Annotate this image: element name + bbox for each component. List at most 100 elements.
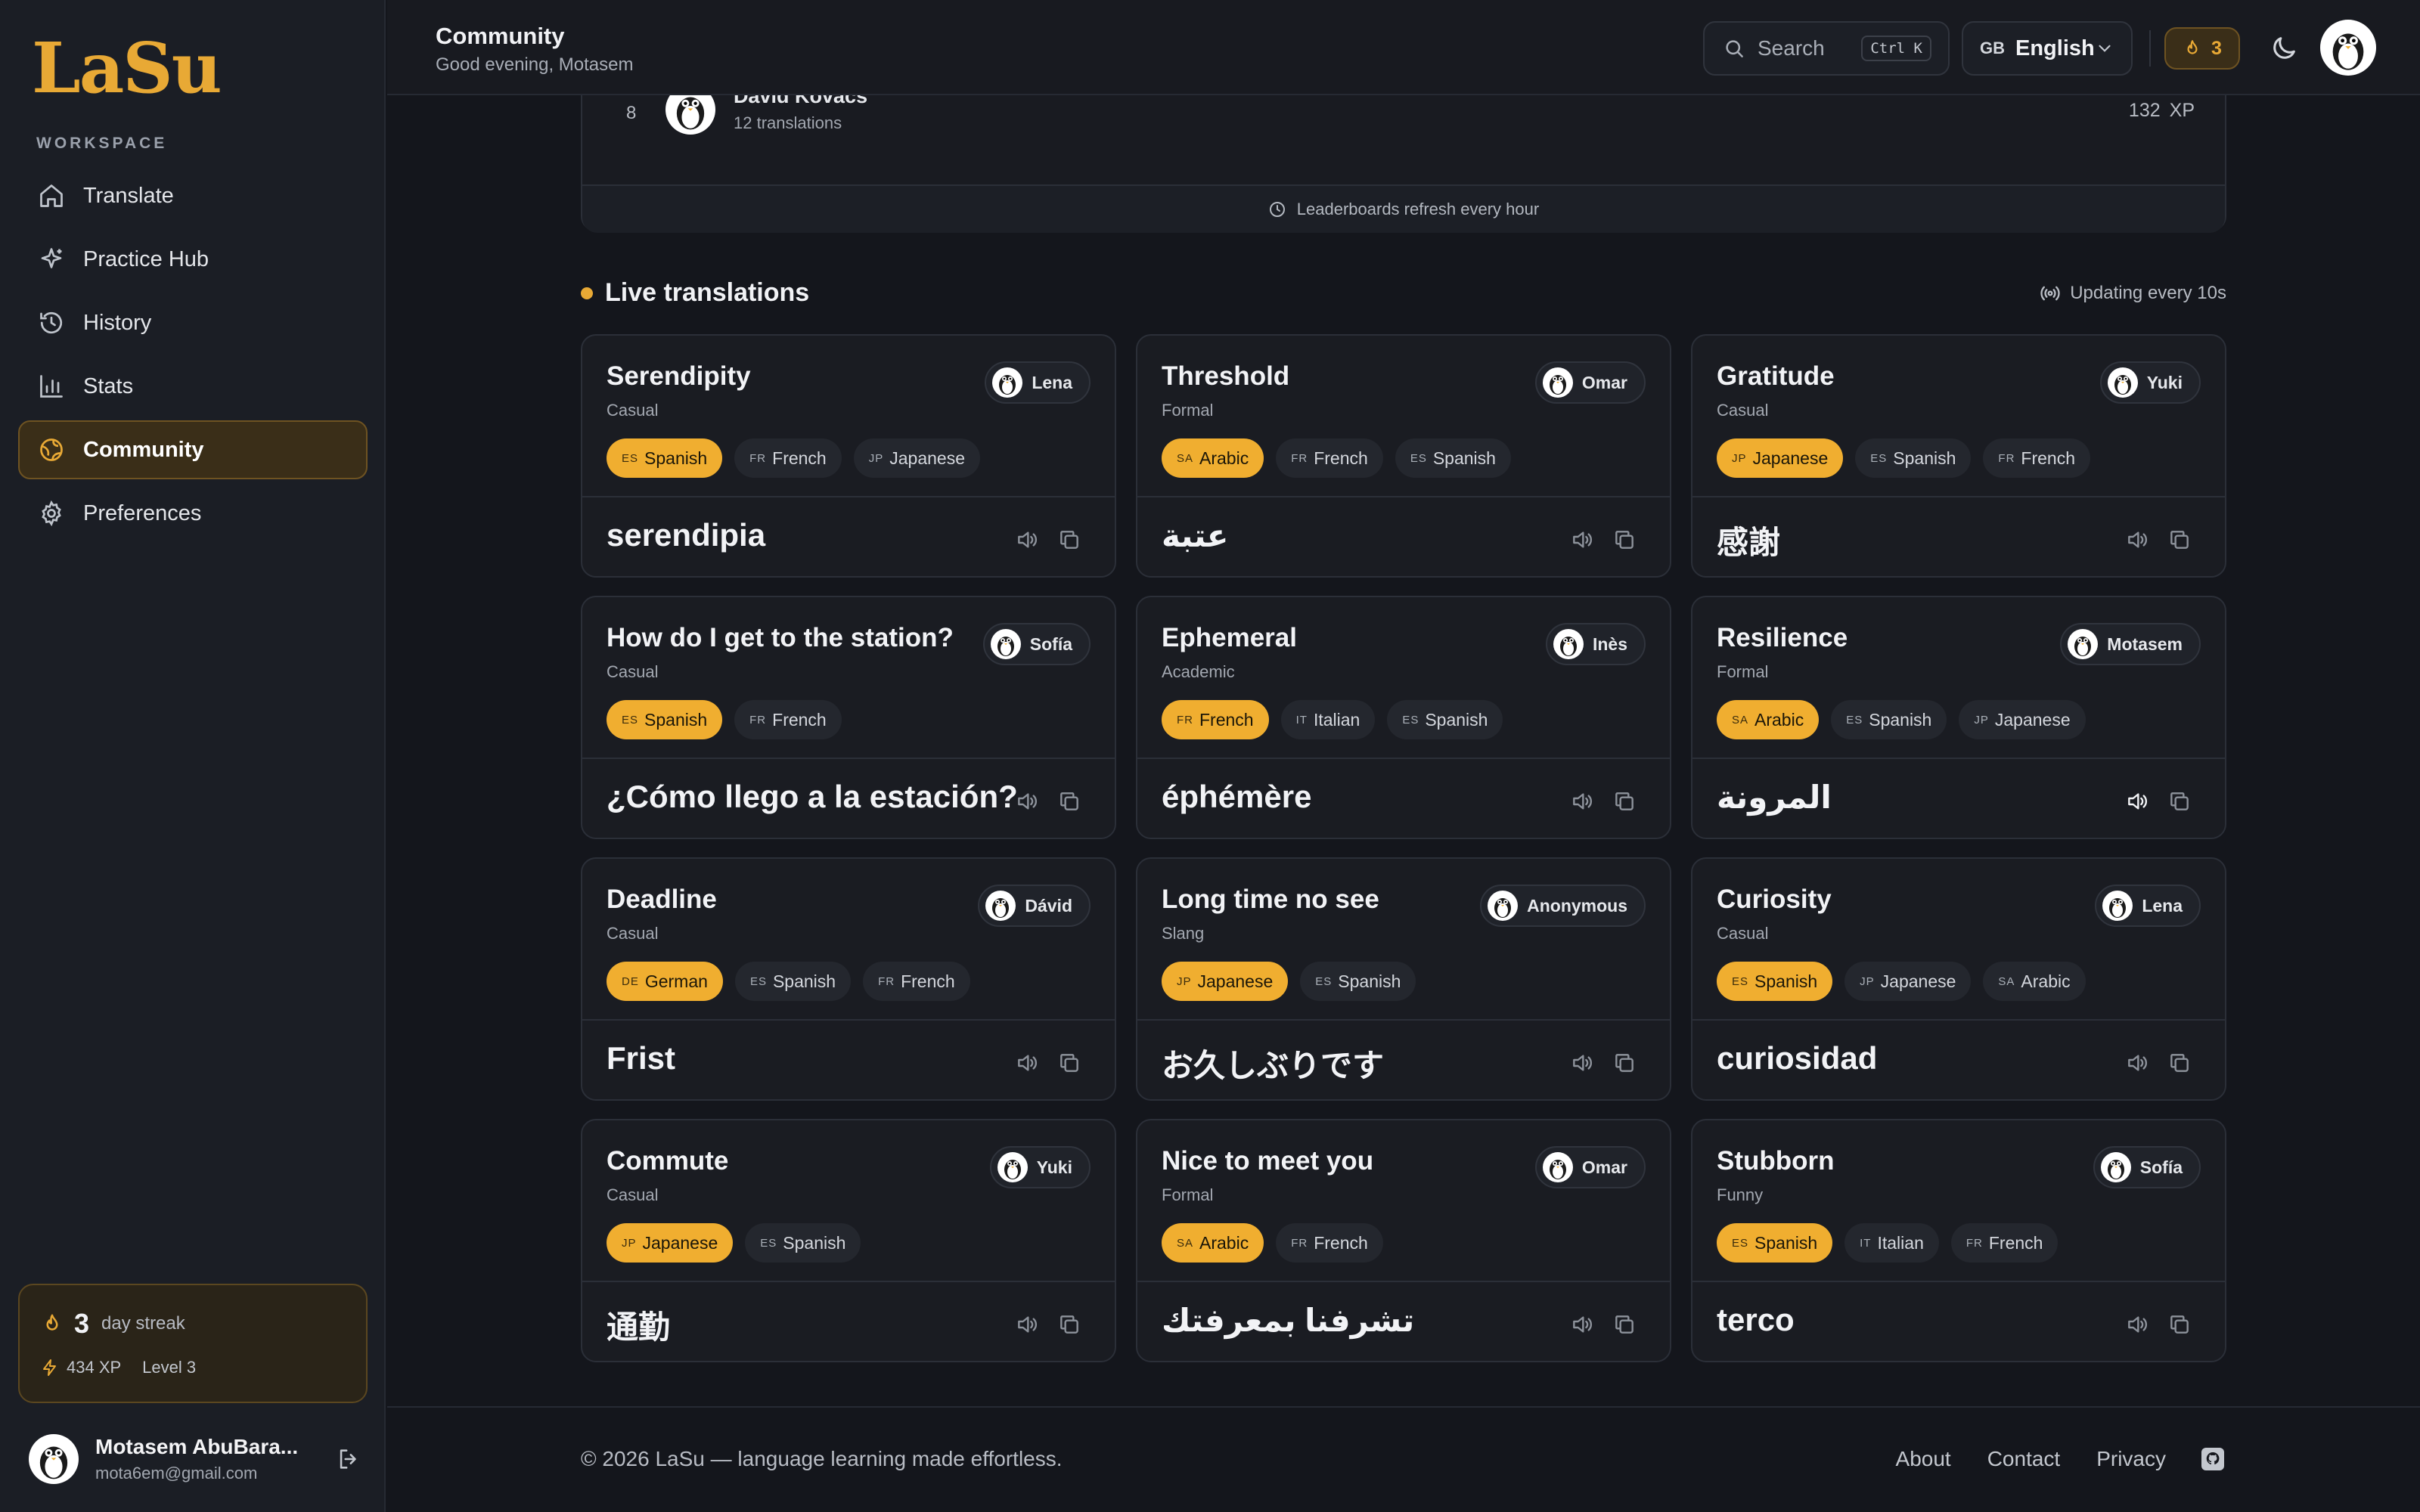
language-chip[interactable]: ES Spanish xyxy=(1387,700,1503,739)
translation-card[interactable]: Long time no see Slang Anonymous JP Japanese… xyxy=(1136,857,1671,1101)
language-chip[interactable]: DE German xyxy=(607,962,723,1001)
language-chip[interactable]: FR French xyxy=(1276,1223,1383,1263)
speaker-icon[interactable] xyxy=(1570,1312,1594,1337)
language-chip[interactable]: ES Spanish xyxy=(1395,438,1511,478)
sidebar-item-practice-hub[interactable]: Practice Hub xyxy=(18,230,368,289)
speaker-icon[interactable] xyxy=(1015,528,1039,552)
language-chip[interactable]: ES Spanish xyxy=(607,700,723,739)
speaker-icon[interactable] xyxy=(2125,789,2149,813)
copy-icon[interactable] xyxy=(1612,1051,1637,1075)
copy-icon[interactable] xyxy=(2167,1312,2192,1337)
translation-card[interactable]: How do I get to the station? Casual Sofía E… xyxy=(581,596,1116,839)
author-badge[interactable]: Yuki xyxy=(989,1146,1091,1188)
translation-card[interactable]: Stubborn Funny Sofía ES Spanish IT Italian FR Fr… xyxy=(1691,1119,2226,1362)
translation-card[interactable]: Nice to meet you Formal Omar SA Arabic FR Fren… xyxy=(1136,1119,1671,1362)
speaker-icon[interactable] xyxy=(1015,1051,1039,1075)
author-badge[interactable]: Inès xyxy=(1545,623,1646,665)
language-select[interactable]: GB English xyxy=(1962,21,2133,76)
language-chip[interactable]: ES Spanish xyxy=(1831,700,1947,739)
language-chip[interactable]: SA Arabic xyxy=(1162,438,1264,478)
author-badge[interactable]: Omar xyxy=(1534,1146,1646,1188)
language-chip[interactable]: ES Spanish xyxy=(1300,962,1416,1001)
speaker-icon[interactable] xyxy=(1015,1312,1039,1337)
author-badge[interactable]: Yuki xyxy=(2099,361,2201,404)
copy-icon[interactable] xyxy=(1057,1312,1081,1337)
sidebar-item-preferences[interactable]: Preferences xyxy=(18,484,368,543)
user-profile[interactable]: Motasem AbuBara... mota6em@gmail.com xyxy=(29,1429,361,1489)
speaker-icon[interactable] xyxy=(1015,789,1039,813)
author-badge[interactable]: Omar xyxy=(1534,361,1646,404)
language-chip[interactable]: ES Spanish xyxy=(607,438,723,478)
language-chip[interactable]: ES Spanish xyxy=(1855,438,1972,478)
copy-icon[interactable] xyxy=(2167,1051,2192,1075)
language-chip[interactable]: FR French xyxy=(1276,438,1383,478)
language-chip[interactable]: FR French xyxy=(734,700,842,739)
author-badge[interactable]: Motasem xyxy=(2060,623,2201,665)
speaker-icon[interactable] xyxy=(2125,1051,2149,1075)
avatar[interactable] xyxy=(2320,20,2376,76)
translation-card[interactable]: Gratitude Casual Yuki JP Japanese ES Spanish FR… xyxy=(1691,334,2226,578)
language-chip[interactable]: JP Japanese xyxy=(1717,438,1844,478)
author-badge[interactable]: Anonymous xyxy=(1480,885,1646,927)
language-chip[interactable]: IT Italian xyxy=(1280,700,1376,739)
streak-badge[interactable]: 3 xyxy=(2164,27,2240,70)
language-chip[interactable]: FR French xyxy=(1950,1223,2059,1263)
copy-icon[interactable] xyxy=(1612,789,1637,813)
moon-icon[interactable] xyxy=(2269,33,2299,64)
sidebar-item-history[interactable]: History xyxy=(18,293,368,352)
speaker-icon[interactable] xyxy=(2125,1312,2149,1337)
footer-link-contact[interactable]: Contact xyxy=(1987,1447,2061,1471)
copy-icon[interactable] xyxy=(1057,1051,1081,1075)
app-logo[interactable]: LaSu xyxy=(32,33,222,103)
author-badge[interactable]: Dávid xyxy=(978,885,1091,927)
language-chip[interactable]: SA Arabic xyxy=(1162,1223,1264,1263)
speaker-icon[interactable] xyxy=(1570,528,1594,552)
language-chip[interactable]: JP Japanese xyxy=(853,438,980,478)
copy-icon[interactable] xyxy=(2167,789,2192,813)
copy-icon[interactable] xyxy=(1057,528,1081,552)
github-icon[interactable] xyxy=(2199,1445,2226,1473)
sidebar-item-translate[interactable]: Translate xyxy=(18,166,368,225)
speaker-icon[interactable] xyxy=(2125,528,2149,552)
speaker-icon[interactable] xyxy=(1570,789,1594,813)
language-chip[interactable]: FR French xyxy=(1983,438,2090,478)
language-chip[interactable]: JP Japanese xyxy=(1844,962,1972,1001)
language-chip[interactable]: FR French xyxy=(734,438,842,478)
author-badge[interactable]: Sofía xyxy=(2093,1146,2201,1188)
language-chip[interactable]: ES Spanish xyxy=(745,1223,861,1263)
footer-link-about[interactable]: About xyxy=(1896,1447,1951,1471)
copy-icon[interactable] xyxy=(1612,1312,1637,1337)
speaker-icon[interactable] xyxy=(1570,1051,1594,1075)
copy-icon[interactable] xyxy=(1612,528,1637,552)
author-badge[interactable]: Lena xyxy=(985,361,1091,404)
sidebar-item-community[interactable]: Community xyxy=(18,420,368,479)
translation-card[interactable]: Commute Casual Yuki JP Japanese ES Spanish 通勤 xyxy=(581,1119,1116,1362)
author-badge[interactable]: Lena xyxy=(2095,885,2201,927)
copy-icon[interactable] xyxy=(1057,789,1081,813)
language-chip[interactable]: JP Japanese xyxy=(1959,700,2086,739)
language-chip[interactable]: ES Spanish xyxy=(734,962,852,1001)
footer-link-privacy[interactable]: Privacy xyxy=(2096,1447,2166,1471)
language-chip[interactable]: JP Japanese xyxy=(1162,962,1289,1001)
author-badge[interactable]: Sofía xyxy=(982,623,1091,665)
translation-card[interactable]: Resilience Formal Motasem SA Arabic ES Spanish… xyxy=(1691,596,2226,839)
language-chip[interactable]: FR French xyxy=(1162,700,1269,739)
translation-card[interactable]: Deadline Casual Dávid DE German ES Spanish FR Fr… xyxy=(581,857,1116,1101)
clock-icon xyxy=(1269,202,1285,217)
translation-card[interactable]: Threshold Formal Omar SA Arabic FR French ES Spa… xyxy=(1136,334,1671,578)
language-chip[interactable]: JP Japanese xyxy=(607,1223,734,1263)
language-chip[interactable]: SA Arabic xyxy=(1717,700,1820,739)
language-chip[interactable]: FR French xyxy=(863,962,970,1001)
search-box[interactable]: Search Ctrl K xyxy=(1703,21,1950,76)
translation-card[interactable]: Serendipity Casual Lena ES Spanish FR French JP… xyxy=(581,334,1116,578)
search-input[interactable]: Search xyxy=(1758,36,1861,60)
language-chip[interactable]: SA Arabic xyxy=(1983,962,2086,1001)
logout-icon[interactable] xyxy=(336,1446,361,1472)
sidebar-item-stats[interactable]: Stats xyxy=(18,357,368,416)
translation-card[interactable]: Curiosity Casual Lena ES Spanish JP Japanese SA… xyxy=(1691,857,2226,1101)
language-chip[interactable]: ES Spanish xyxy=(1717,962,1833,1001)
language-chip[interactable]: IT Italian xyxy=(1844,1223,1939,1263)
translation-card[interactable]: Ephemeral Academic Inès FR French IT Italian ES… xyxy=(1136,596,1671,839)
language-chip[interactable]: ES Spanish xyxy=(1717,1223,1833,1263)
copy-icon[interactable] xyxy=(2167,528,2192,552)
